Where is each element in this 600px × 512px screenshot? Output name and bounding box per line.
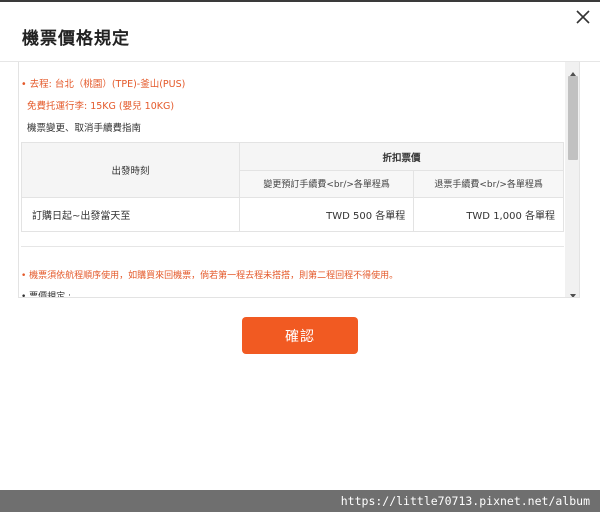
baggage-info: 免費托運行李: 15KG (嬰兒 10KG) [27,101,175,112]
dialog-title: 機票價格規定 [22,29,130,49]
change-fee-cell: TWD 500 各單程 [238,196,415,233]
scroll-down-arrow-icon[interactable] [565,286,579,297]
departure-header: 出發時刻 [21,142,240,198]
scrollbar-thumb[interactable] [568,76,578,160]
close-button[interactable] [572,6,594,28]
window-top-border [0,0,600,2]
change-fee-header: 變更預訂手續費<br/>各單程爲 [238,170,415,198]
route-info: • 去程: 台北（桃園）(TPE)-釜山(PUS) [21,79,186,90]
section-divider [21,246,564,247]
table-row: 訂購日起~出發當天至 TWD 500 各單程 TWD 1,000 各單程 [21,196,564,233]
fare-rules-heading: • 票價規定 : [21,292,72,298]
close-icon [576,10,590,24]
usage-warning: • 機票須依航程順序使用，如購買來回機票，倘若第一程去程未搭搭，則第二程回程不得… [21,271,399,281]
confirm-button[interactable]: 確認 [242,317,358,354]
discount-fare-header: 折扣票價 [239,141,564,172]
scroll-up-arrow-icon[interactable] [565,64,579,76]
refund-fee-header: 退票手續費<br/>各單程爲 [413,170,564,198]
refund-fee-cell: TWD 1,000 各單程 [413,196,564,233]
change-guide-heading: 機票變更、取消手續費指南 [27,123,142,134]
watermark-url: https://little70713.pixnet.net/album [340,494,590,508]
vertical-scrollbar[interactable] [565,62,579,297]
watermark-bar: https://little70713.pixnet.net/album [0,490,600,512]
period-cell: 訂購日起~出發當天至 [21,196,240,233]
fare-rules-content: • 去程: 台北（桃園）(TPE)-釜山(PUS) 免費托運行李: 15KG (… [19,62,565,298]
fare-table: 出發時刻 折扣票價 變更預訂手續費<br/>各單程爲 退票手續費<br/>各單程… [21,141,564,233]
fare-rules-panel[interactable]: • 去程: 台北（桃園）(TPE)-釜山(PUS) 免費托運行李: 15KG (… [18,62,580,298]
